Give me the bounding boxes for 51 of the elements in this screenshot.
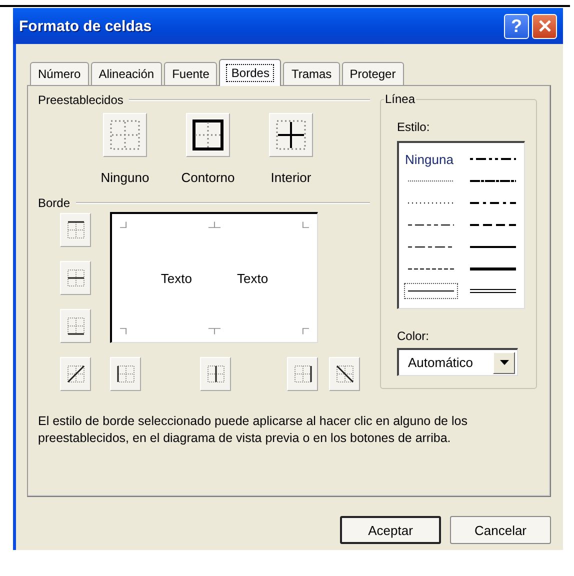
tab[interactable]: Tramas xyxy=(283,62,340,85)
help-text: El estilo de borde seleccionado puede aplicarse al hacer clic en alguno de los preestablecidos, en el diagrama de vista previa o en los botones de arriba. xyxy=(38,413,468,447)
color-dropdown[interactable]: Automático xyxy=(397,348,518,376)
diagonal-border-icon xyxy=(334,364,354,384)
field-label: Estilo: xyxy=(397,120,431,136)
dialog-button[interactable]: Cancelar xyxy=(450,516,551,544)
border-button[interactable] xyxy=(60,357,91,391)
preview-text: Texto xyxy=(237,270,268,286)
outline-border-icon xyxy=(192,119,224,151)
left-border-icon xyxy=(116,364,136,384)
line-style-icon xyxy=(470,155,516,163)
dialog-button[interactable]: Aceptar xyxy=(340,516,441,544)
tab[interactable]: Número xyxy=(30,62,89,85)
diagonal-border-icon xyxy=(66,364,86,384)
line-style-icon xyxy=(470,287,516,295)
tab[interactable]: Proteger xyxy=(342,62,404,85)
line-style-list[interactable]: Ninguna xyxy=(397,141,525,309)
field-label: Color: xyxy=(397,329,430,345)
top-border-icon xyxy=(66,220,86,240)
tab[interactable]: Bordes xyxy=(219,59,282,86)
section-heading: Borde xyxy=(38,196,70,210)
right-border-icon xyxy=(292,364,312,384)
preset-button[interactable] xyxy=(269,113,313,157)
border-preview[interactable]: Texto Texto xyxy=(110,212,318,343)
border-button[interactable] xyxy=(329,357,360,391)
group-label: Línea xyxy=(384,92,416,106)
dropdown-arrow-icon xyxy=(500,360,508,365)
close-button[interactable] xyxy=(532,14,557,38)
vertical-border-icon xyxy=(206,364,226,384)
tab[interactable]: Fuente xyxy=(164,62,218,85)
line-style-icon xyxy=(470,177,516,185)
line-style-option[interactable] xyxy=(404,283,458,299)
preset-label: Interior xyxy=(270,170,312,185)
preset-button[interactable] xyxy=(186,113,230,157)
line-style-icon xyxy=(470,243,516,251)
line-style-icon xyxy=(470,221,516,229)
help-button[interactable]: ? xyxy=(504,14,529,38)
no-border-icon xyxy=(109,119,141,151)
inside-border-icon xyxy=(275,119,307,151)
preset-label: Contorno xyxy=(181,170,235,185)
preview-text: Texto xyxy=(160,270,192,286)
close-icon xyxy=(538,19,552,33)
bottom-border-icon xyxy=(66,316,86,336)
tab[interactable]: Alineación xyxy=(90,62,162,85)
section-heading: Preestablecidos xyxy=(38,93,124,107)
middle-border-icon xyxy=(66,268,86,288)
line-style-option[interactable]: Ninguna xyxy=(404,151,458,167)
line-style-icon xyxy=(470,199,516,207)
line-style-icon xyxy=(470,265,516,273)
preset-label: Ninguno xyxy=(100,170,150,185)
window-title: Formato de celdas xyxy=(19,18,152,34)
